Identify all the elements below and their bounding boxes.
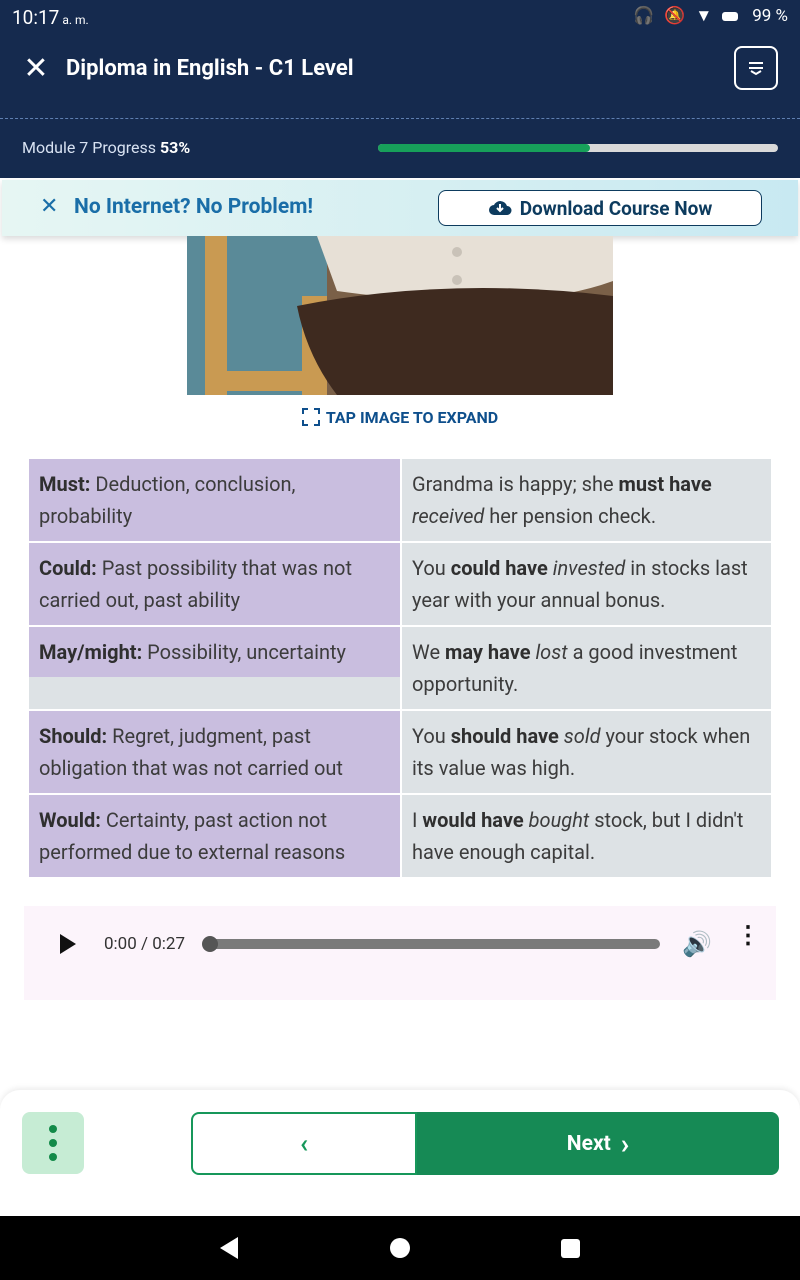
example-cell: You could have invested in stocks last y… xyxy=(400,541,773,627)
example-text-start: We xyxy=(412,640,446,664)
table-row: Should: Regret, judgment, past obligatio… xyxy=(27,709,773,795)
expand-icon xyxy=(301,408,320,426)
status-icons: 🎧 🔕 ▼ 99 % xyxy=(633,6,788,26)
example-text-start: I xyxy=(412,808,423,832)
recents-icon[interactable] xyxy=(561,1239,580,1258)
example-participle: sold xyxy=(563,724,601,748)
example-cell: I would have bought stock, but I didn't … xyxy=(400,793,773,879)
modal-meaning: Possibility, uncertainty xyxy=(142,640,346,664)
modal-verbs-table: Must: Deduction, conclusion, probability… xyxy=(27,457,773,879)
close-icon[interactable]: ✕ xyxy=(22,52,50,86)
example-participle: lost xyxy=(535,640,568,664)
table-row: Must: Deduction, conclusion, probability… xyxy=(27,457,773,543)
example-text-start: You xyxy=(412,724,451,748)
lesson-image[interactable] xyxy=(187,236,613,395)
progress-label-text: Module 7 Progress xyxy=(22,138,156,157)
modal-meaning-cell: Should: Regret, judgment, past obligatio… xyxy=(27,709,402,795)
example-participle: bought xyxy=(528,808,590,832)
offline-banner: ✕ No Internet? No Problem! Download Cour… xyxy=(2,180,798,236)
dot-icon xyxy=(49,1139,57,1147)
modal-verb: Would: xyxy=(39,808,101,832)
module-progress-fill xyxy=(378,144,590,152)
example-modal-phrase: could have xyxy=(450,556,548,580)
battery-icon xyxy=(722,6,742,26)
dot-icon xyxy=(49,1153,57,1161)
audio-seek-handle[interactable] xyxy=(202,936,218,952)
example-modal-phrase: may have xyxy=(445,640,531,664)
status-ampm: a. m. xyxy=(62,13,89,27)
dismiss-banner-icon[interactable]: ✕ xyxy=(40,194,58,219)
system-nav-bar xyxy=(0,1216,800,1280)
lesson-illustration xyxy=(187,236,613,395)
chevron-left-icon: ‹ xyxy=(299,1128,309,1159)
next-label: Next xyxy=(566,1131,611,1156)
next-button[interactable]: Next › xyxy=(417,1112,779,1175)
home-icon[interactable] xyxy=(390,1238,410,1258)
title-bar: ✕ Diploma in English - C1 Level xyxy=(0,40,800,100)
example-cell: You should have sold your stock when its… xyxy=(400,709,773,795)
modal-verb: Must: xyxy=(39,472,91,496)
modal-verb: Could: xyxy=(39,556,97,580)
example-participle: received xyxy=(412,504,485,528)
download-button-label: Download Course Now xyxy=(519,196,713,220)
tap-to-expand[interactable]: TAP IMAGE TO EXPAND xyxy=(0,408,800,427)
audio-more-icon[interactable]: ⋮ xyxy=(736,923,760,947)
audio-time: 0:00 / 0:27 xyxy=(104,934,186,954)
status-time: 10:17 a. m. xyxy=(12,6,89,29)
example-text-start: Grandma is happy; she xyxy=(412,472,619,496)
back-icon[interactable] xyxy=(220,1237,238,1259)
more-options-button[interactable] xyxy=(22,1112,84,1174)
expand-label: TAP IMAGE TO EXPAND xyxy=(325,408,499,427)
download-course-button[interactable]: Download Course Now xyxy=(438,190,762,226)
example-text-start: You xyxy=(412,556,451,580)
header-divider xyxy=(0,118,800,119)
wifi-icon: ▼ xyxy=(695,6,713,26)
chevron-right-icon: › xyxy=(620,1127,630,1160)
example-participle: invested xyxy=(552,556,626,580)
example-modal-phrase: must have xyxy=(618,472,712,496)
module-progress-label: Module 7 Progress 53% xyxy=(22,138,190,157)
cloud-download-icon xyxy=(488,201,512,215)
status-time-value: 10:17 xyxy=(12,6,60,29)
dot-icon xyxy=(49,1125,57,1133)
example-modal-phrase: should have xyxy=(450,724,559,748)
table-row: Would: Certainty, past action not perfor… xyxy=(27,793,773,879)
menu-down-icon xyxy=(749,62,763,76)
banner-text: No Internet? No Problem! xyxy=(74,195,314,219)
status-bar: 10:17 a. m. 🎧 🔕 ▼ 99 % xyxy=(0,0,800,34)
audio-seek-bar[interactable] xyxy=(210,939,660,949)
course-menu-button[interactable] xyxy=(734,46,778,90)
modal-meaning-cell: Could: Past possibility that was not car… xyxy=(27,541,402,627)
modal-meaning-cell: Would: Certainty, past action not perfor… xyxy=(27,793,402,879)
app-header: 10:17 a. m. 🎧 🔕 ▼ 99 % ✕ Diploma in Engli… xyxy=(0,0,800,178)
play-icon[interactable] xyxy=(60,934,76,954)
progress-percent: 53% xyxy=(159,138,191,157)
lesson-footer: ‹ Next › xyxy=(0,1090,800,1216)
battery-level: 99 % xyxy=(752,6,788,26)
example-cell: We may have lost a good investment oppor… xyxy=(400,625,773,711)
modal-meaning-cell: Must: Deduction, conclusion, probability xyxy=(27,457,402,543)
volume-icon[interactable]: 🔊 xyxy=(682,930,712,958)
headphones-icon: 🎧 xyxy=(633,6,655,26)
table-row: May/might: Possibility, uncertainty We ma… xyxy=(27,625,773,711)
notifications-off-icon: 🔕 xyxy=(664,6,686,26)
table-row: Could: Past possibility that was not car… xyxy=(27,541,773,627)
modal-meaning-cell: May/might: Possibility, uncertainty xyxy=(27,625,402,711)
modal-verb: May/might: xyxy=(39,640,143,664)
course-title: Diploma in English - C1 Level xyxy=(66,56,354,81)
example-cell: Grandma is happy; she must have received… xyxy=(400,457,773,543)
example-text-end: her pension check. xyxy=(484,504,657,528)
example-modal-phrase: would have xyxy=(422,808,524,832)
module-progress-bar xyxy=(378,144,778,152)
modal-verb: Should: xyxy=(39,724,108,748)
previous-button[interactable]: ‹ xyxy=(191,1112,417,1175)
audio-player: 0:00 / 0:27 🔊 ⋮ xyxy=(24,906,776,1000)
